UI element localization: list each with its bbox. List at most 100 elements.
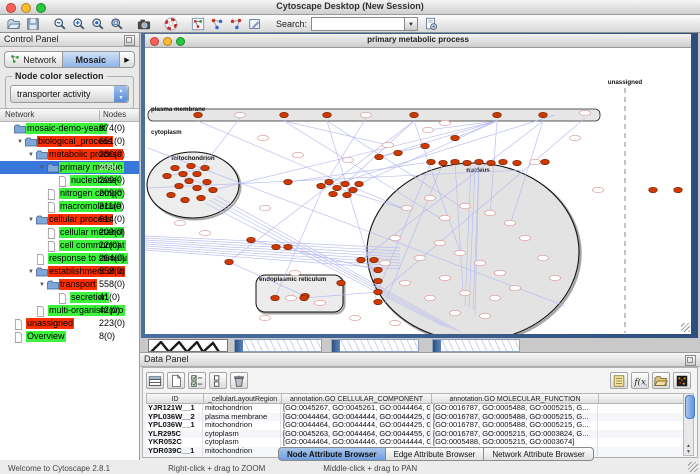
selected-network-node[interactable] [475, 159, 484, 164]
attribute-editor-icon[interactable] [610, 372, 628, 389]
selected-network-node[interactable] [185, 178, 194, 183]
expand-arrow-icon[interactable]: ▼ [26, 217, 36, 223]
network-node[interactable] [505, 220, 516, 225]
selected-network-node[interactable] [193, 185, 202, 190]
network-node[interactable] [550, 275, 561, 280]
attribute-matrix-icon[interactable] [673, 372, 691, 389]
network-node[interactable] [343, 157, 354, 162]
network-node[interactable] [290, 270, 301, 275]
selected-network-node[interactable] [272, 244, 281, 249]
network-node[interactable] [460, 203, 471, 208]
selected-network-node[interactable] [194, 112, 203, 117]
network-node[interactable] [440, 275, 451, 280]
selected-network-node[interactable] [374, 267, 383, 272]
network-node[interactable] [423, 127, 434, 132]
selected-network-node[interactable] [179, 171, 188, 176]
selected-network-node[interactable] [201, 165, 210, 170]
open-file-icon[interactable] [6, 16, 22, 31]
network-node[interactable] [435, 240, 446, 245]
tree-row-cellular-process[interactable]: ▼cellular process614(0) [0, 213, 139, 226]
network-node[interactable] [380, 260, 391, 265]
expand-arrow-icon[interactable]: ▼ [15, 139, 25, 145]
zoom-out-icon[interactable] [52, 16, 68, 31]
unselect-attributes-icon[interactable] [209, 372, 227, 389]
network-node[interactable] [495, 270, 506, 275]
selected-network-node[interactable] [649, 187, 658, 192]
network-node[interactable] [260, 205, 271, 210]
zoom-fit-icon[interactable] [109, 16, 125, 31]
scrollbar-thumb[interactable] [685, 395, 695, 419]
tree-row-macromolecule[interactable]: macromolecule311(0) [0, 200, 139, 213]
background-window-preview[interactable] [331, 339, 419, 352]
highlight-neighbors-icon[interactable] [209, 16, 225, 31]
save-icon[interactable] [25, 16, 41, 31]
network-canvas[interactable]: plasma membranecytoplasmmitochondrionnuc… [145, 48, 691, 334]
network-node[interactable] [570, 135, 581, 140]
selected-network-node[interactable] [357, 257, 366, 262]
network-node[interactable] [258, 135, 269, 140]
import-attributes-icon[interactable] [652, 372, 670, 389]
expand-arrow-icon[interactable]: ▼ [37, 282, 47, 288]
network-node[interactable] [593, 187, 604, 192]
table-scrollbar[interactable]: ▲▼ [683, 393, 694, 456]
network-node[interactable] [530, 159, 541, 164]
network-node[interactable] [490, 295, 501, 300]
column-header-annotation-go-cellular-component[interactable]: annotation.GO CELLULAR_COMPONENT [282, 394, 432, 403]
network-node[interactable] [450, 310, 461, 315]
tree-row-multi-organism-pro[interactable]: multi-organism pro42(0) [0, 304, 139, 317]
tree-row-secretion[interactable]: secretion41(0) [0, 291, 139, 304]
new-attribute-icon[interactable] [167, 372, 185, 389]
network-node[interactable] [580, 110, 591, 115]
tab-edge-attribute-browser[interactable]: Edge Attribute Browser [386, 447, 485, 461]
tab-node-attribute-browser[interactable]: Node Attribute Browser [278, 447, 386, 461]
selected-network-node[interactable] [375, 154, 384, 159]
network-node[interactable] [390, 320, 401, 325]
network-node[interactable] [383, 142, 394, 147]
background-window-preview[interactable] [432, 339, 520, 352]
selected-network-node[interactable] [193, 171, 202, 176]
network-node[interactable] [293, 152, 304, 157]
network-node[interactable] [510, 285, 521, 290]
network-node[interactable] [425, 295, 436, 300]
selected-network-node[interactable] [271, 295, 280, 300]
network-node[interactable] [315, 300, 326, 305]
table-row[interactable]: YKR052Ccytoplasm[GO:0044464, GO:0044446,… [146, 438, 686, 447]
network-node[interactable] [460, 290, 471, 295]
selected-network-node[interactable] [463, 160, 472, 165]
network-node[interactable] [480, 313, 491, 318]
selected-network-node[interactable] [280, 112, 289, 117]
network-node[interactable] [200, 230, 211, 235]
selected-network-node[interactable] [197, 195, 206, 200]
plasma-membrane-region[interactable] [148, 109, 600, 121]
selected-network-node[interactable] [374, 299, 383, 304]
tree-row-cellular-metabol[interactable]: cellular metabol209(0) [0, 226, 139, 239]
app-resize-grip[interactable] [688, 462, 698, 472]
network-node[interactable] [402, 205, 413, 210]
selected-network-node[interactable] [451, 135, 460, 140]
selected-network-node[interactable] [370, 257, 379, 262]
plugin-manager-icon[interactable] [423, 16, 439, 31]
column-header-annotation-go-molecular-function[interactable]: annotation.GO MOLECULAR_FUNCTION [432, 394, 599, 403]
network-node[interactable] [415, 255, 426, 260]
selected-network-node[interactable] [349, 187, 358, 192]
selected-network-node[interactable] [337, 280, 346, 285]
selected-network-node[interactable] [394, 150, 403, 155]
selected-network-node[interactable] [209, 187, 218, 192]
selected-network-node[interactable] [333, 185, 342, 190]
network-node[interactable] [520, 235, 531, 240]
network-node[interactable] [475, 260, 486, 265]
float-panel-icon[interactable] [685, 355, 696, 366]
selected-network-node[interactable] [247, 237, 256, 242]
tabs-overflow-button[interactable]: ▶ [120, 52, 134, 67]
network-node[interactable] [485, 210, 496, 215]
tree-row-response-to-stimulu[interactable]: response to stimulu264(0) [0, 252, 139, 265]
selected-network-node[interactable] [439, 160, 448, 165]
network-node[interactable] [455, 250, 466, 255]
expand-arrow-icon[interactable]: ▼ [37, 165, 47, 171]
selected-network-node[interactable] [284, 244, 293, 249]
selected-network-node[interactable] [325, 179, 334, 184]
expand-arrow-icon[interactable]: ▼ [26, 152, 36, 158]
network-node[interactable] [400, 280, 411, 285]
selected-network-node[interactable] [317, 183, 326, 188]
selected-network-node[interactable] [674, 187, 683, 192]
